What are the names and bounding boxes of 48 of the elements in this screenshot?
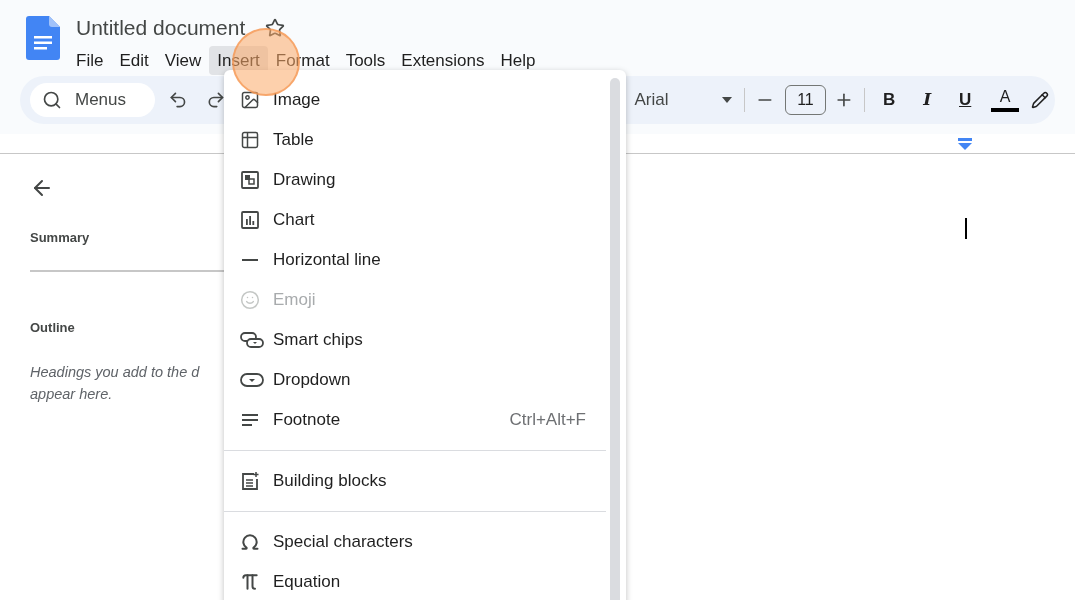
- insert-menu-item[interactable]: Smart chips: [224, 320, 626, 360]
- document-title[interactable]: Untitled document: [76, 12, 246, 44]
- star-icon[interactable]: [265, 17, 286, 38]
- outline-hint-text: appear here.: [30, 385, 114, 404]
- image-icon: [240, 90, 260, 110]
- menu-bar-item[interactable]: Extensions: [393, 45, 493, 75]
- pi-icon: [240, 572, 260, 592]
- omega-icon: [240, 532, 260, 552]
- text-color-button[interactable]: A: [989, 84, 1022, 116]
- insert-menu-item[interactable]: Horizontal line: [224, 240, 626, 280]
- summary-heading: Summary: [30, 229, 91, 247]
- dropdown-icon: [240, 370, 264, 390]
- font-select[interactable]: Arial: [634, 87, 734, 113]
- insert-menu-item[interactable]: Image: [224, 80, 626, 120]
- insert-menu-item[interactable]: Chart: [224, 200, 626, 240]
- underline-button[interactable]: U: [951, 86, 980, 114]
- insert-menu-item[interactable]: Special characters: [224, 522, 626, 562]
- outline-heading: Outline: [30, 318, 76, 337]
- text-cursor: [965, 218, 967, 239]
- font-size-field[interactable]: 11: [784, 85, 827, 115]
- menu-bar-item[interactable]: Tools: [337, 45, 394, 75]
- table-icon: [240, 130, 260, 150]
- search-icon: [42, 90, 62, 110]
- building-blocks-icon: [240, 471, 260, 491]
- smart-chips-icon: [240, 330, 264, 350]
- menus-search-field[interactable]: Menus: [30, 83, 155, 117]
- emoji-icon: [240, 290, 260, 310]
- highlight-pen-icon[interactable]: [1031, 91, 1049, 109]
- drawing-icon: [240, 170, 260, 190]
- bold-button[interactable]: B: [875, 86, 904, 114]
- docs-logo-icon[interactable]: [26, 16, 60, 60]
- horizontal-line-icon: [242, 259, 258, 261]
- insert-menu-item[interactable]: Equation: [224, 562, 626, 600]
- undo-icon[interactable]: [168, 90, 188, 110]
- menu-bar-item[interactable]: File: [68, 45, 112, 75]
- menu-bar-item[interactable]: Help: [492, 45, 544, 75]
- insert-menu-item[interactable]: Table: [224, 120, 626, 160]
- insert-menu-item[interactable]: Dropdown: [224, 360, 626, 400]
- insert-menu-item[interactable]: Footnote Ctrl+Alt+F: [224, 400, 626, 440]
- indent-marker-icon[interactable]: [958, 138, 972, 150]
- caret-icon: [721, 97, 732, 103]
- chart-icon: [240, 210, 260, 230]
- insert-menu-item[interactable]: Building blocks: [224, 461, 626, 501]
- insert-menu-item[interactable]: Drawing: [224, 160, 626, 200]
- italic-button[interactable]: I: [913, 86, 942, 114]
- outline-hint-text: Headings you add to the d: [30, 363, 201, 382]
- menu-bar-item[interactable]: View: [156, 45, 210, 75]
- menu-bar-item[interactable]: Edit: [111, 45, 157, 75]
